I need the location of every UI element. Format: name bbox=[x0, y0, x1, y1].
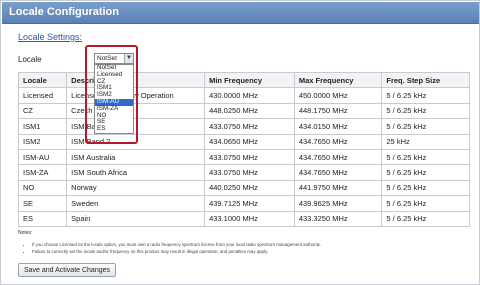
cell-locale: NO bbox=[17, 179, 68, 197]
cell-description: Sweden bbox=[66, 195, 206, 212]
window-title: Locale Configuration bbox=[9, 6, 119, 18]
locale-table: Locale Description Min Frequency Max Fre… bbox=[17, 71, 470, 227]
cell-step-size: 5 / 6.25 kHz bbox=[381, 102, 470, 120]
column-header-description: Description bbox=[66, 71, 206, 89]
cell-max-frequency: 441.9750 MHz bbox=[293, 179, 383, 197]
cell-max-frequency: 450.0000 MHz bbox=[293, 87, 383, 104]
cell-step-size: 5 / 6.25 kHz bbox=[381, 210, 470, 227]
cell-step-size: 5 / 6.25 kHz bbox=[381, 148, 470, 166]
cell-step-size: 5 / 6.25 kHz bbox=[381, 195, 470, 212]
column-header-locale: Locale bbox=[17, 71, 68, 89]
cell-max-frequency: 434.7650 MHz bbox=[293, 164, 383, 181]
note-item: Failure to correctly set the locale and/… bbox=[32, 249, 321, 256]
cell-min-frequency: 433.0750 MHz bbox=[204, 148, 295, 166]
cell-locale: Licensed bbox=[17, 87, 68, 104]
cell-description: ISM Band 1 bbox=[66, 118, 206, 135]
cell-max-frequency: 433.3250 MHz bbox=[293, 210, 383, 227]
locale-label: Locale bbox=[18, 55, 42, 64]
cell-description: ISM South Africa bbox=[66, 164, 206, 181]
cell-description: Norway bbox=[66, 179, 206, 197]
title-bar: Locale Configuration bbox=[2, 2, 479, 24]
cell-step-size: 5 / 6.25 kHz bbox=[381, 164, 470, 181]
locale-select[interactable]: NotSet ▼ bbox=[94, 53, 134, 64]
locale-option[interactable]: ES bbox=[95, 125, 133, 133]
locale-config-panel: Locale Configuration Locale Settings: Lo… bbox=[0, 0, 480, 285]
table-row: CZCzech Republic448.0250 MHz448.1750 MHz… bbox=[17, 102, 470, 120]
cell-min-frequency: 434.0650 MHz bbox=[204, 133, 295, 150]
cell-max-frequency: 439.9625 MHz bbox=[293, 195, 383, 212]
cell-locale: ISM2 bbox=[17, 133, 68, 150]
cell-min-frequency: 440.0250 MHz bbox=[204, 179, 295, 197]
column-header-step-size: Freq. Step Size bbox=[381, 71, 470, 89]
notes-title: Notes: bbox=[18, 230, 33, 236]
cell-locale: ISM-AU bbox=[17, 148, 68, 166]
cell-locale: ISM1 bbox=[17, 118, 68, 135]
cell-locale: ES bbox=[17, 210, 68, 227]
cell-step-size: 5 / 6.25 kHz bbox=[381, 87, 470, 104]
table-row: SE Sweden 439.7125 MHz 439.9625 MHz 5 / 6.25… bbox=[17, 195, 470, 212]
locale-settings-link[interactable]: Locale Settings: bbox=[18, 32, 82, 42]
cell-description: ISM Australia bbox=[66, 148, 206, 166]
table-row: NO Norway 440.0250 MHz 441.9750 MHz 5 / 6.25… bbox=[17, 179, 470, 197]
note-item: If you choose Licensed as the locale opt… bbox=[32, 242, 321, 249]
column-header-max-frequency: Max Frequency bbox=[293, 71, 383, 89]
cell-min-frequency: 448.0250 MHz bbox=[204, 102, 295, 120]
table-row: ES Spain 433.1000 MHz 433.3250 MHz 5 / 6.25 … bbox=[17, 210, 470, 227]
cell-max-frequency: 448.1750 MHz bbox=[293, 102, 383, 120]
table-header-row: Locale Description Min Frequency Max Fre… bbox=[17, 71, 470, 89]
locale-options-list[interactable]: NotSet Licensed CZ ISM1 ISM2 ISM-AU ISM-… bbox=[94, 64, 134, 134]
cell-min-frequency: 433.0750 MHz bbox=[204, 118, 295, 135]
cell-step-size: 5 / 6.25 kHz bbox=[381, 179, 470, 197]
cell-min-frequency: 433.0750 MHz bbox=[204, 164, 295, 181]
cell-min-frequency: 439.7125 MHz bbox=[204, 195, 295, 212]
cell-min-frequency: 433.1000 MHz bbox=[204, 210, 295, 227]
cell-description: Czech Republic bbox=[66, 102, 206, 120]
table-row: ISM2 ISM Band 2 434.0650 MHz 434.7650 MHz 25… bbox=[17, 133, 470, 150]
cell-min-frequency: 430.0000 MHz bbox=[204, 87, 295, 104]
cell-max-frequency: 434.0150 MHz bbox=[293, 118, 383, 135]
locale-select-value: NotSet bbox=[97, 55, 117, 62]
notes-list: If you choose Licensed as the locale opt… bbox=[26, 242, 321, 255]
cell-description: ISM Band 2 bbox=[66, 133, 206, 150]
cell-step-size: 5 / 6.25 kHz bbox=[381, 118, 470, 135]
cell-max-frequency: 434.7650 MHz bbox=[293, 148, 383, 166]
chevron-down-icon[interactable]: ▼ bbox=[124, 54, 133, 63]
table-row: ISM-AU ISM Australia 433.0750 MHz 434.7650 … bbox=[17, 148, 470, 166]
save-and-activate-button[interactable]: Save and Activate Changes bbox=[18, 263, 117, 277]
column-header-min-frequency: Min Frequency bbox=[204, 71, 295, 89]
cell-description: Licensed Frequency Operation bbox=[66, 87, 206, 104]
table-row: LicensedLicensed Frequency Operation430.… bbox=[17, 87, 470, 104]
cell-locale: CZ bbox=[17, 102, 68, 120]
cell-locale: SE bbox=[17, 195, 68, 212]
table-row: ISM1 ISM Band 1 433.0750 MHz 434.0150 MHz 5 … bbox=[17, 118, 470, 135]
cell-locale: ISM-ZA bbox=[17, 164, 68, 181]
cell-step-size: 25 kHz bbox=[381, 133, 470, 150]
table-row: ISM-ZA ISM South Africa 433.0750 MHz 434.76… bbox=[17, 164, 470, 181]
cell-description: Spain bbox=[66, 210, 206, 227]
cell-max-frequency: 434.7650 MHz bbox=[293, 133, 383, 150]
